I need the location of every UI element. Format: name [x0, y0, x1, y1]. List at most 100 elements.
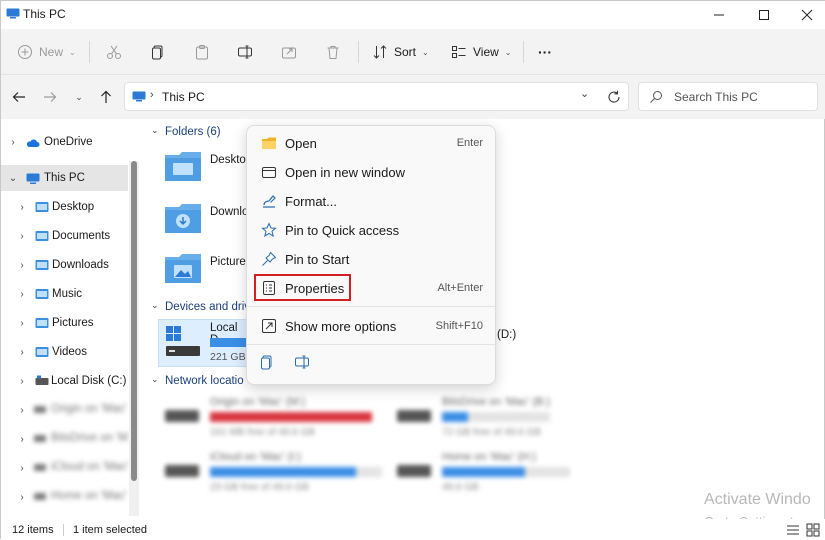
nav-item-music[interactable]: › Music	[1, 281, 128, 307]
folder-label: Picture	[210, 256, 246, 268]
menu-rename-button[interactable]	[294, 354, 314, 374]
chevron-right-icon[interactable]: ›	[17, 202, 27, 213]
up-button[interactable]	[97, 88, 115, 106]
nav-item-local-disk[interactable]: › Local Disk (C:)	[1, 368, 128, 394]
chevron-down-icon[interactable]: ⌄	[151, 374, 159, 385]
nav-item-downloads[interactable]: › Downloads	[1, 252, 128, 278]
tiles-view-icon	[806, 523, 820, 537]
menu-item-open-new-window[interactable]: Open in new window	[251, 158, 493, 186]
share-button[interactable]	[281, 39, 297, 65]
nav-item-network-drive[interactable]: › Origin on 'Mac'	[1, 397, 128, 423]
properties-highlight-box	[254, 274, 351, 301]
close-button[interactable]	[785, 1, 825, 29]
network-drive-tile[interactable]: Home on 'Mac' (H:) 49.6 GB	[395, 447, 595, 497]
chevron-right-icon[interactable]: ›	[17, 347, 27, 358]
tiles-view-button[interactable]	[806, 523, 820, 537]
nav-item-videos[interactable]: › Videos	[1, 339, 128, 365]
star-icon	[261, 222, 277, 238]
network-drive-tile[interactable]: iCloud on 'Mac' (I:) 23 GB free of 49.6 …	[163, 447, 383, 497]
recent-locations-button[interactable]: ⌄	[70, 88, 88, 106]
maximize-button[interactable]	[742, 1, 786, 29]
address-bar[interactable]: › This PC ⌄	[124, 82, 629, 111]
back-button[interactable]	[10, 88, 28, 106]
network-group-header[interactable]: Network locatio	[165, 375, 244, 387]
activation-watermark-line1: Activate Windo	[704, 491, 811, 508]
sort-button[interactable]: Sort ⌄	[372, 39, 429, 65]
chevron-down-icon[interactable]: ⌄	[151, 300, 159, 311]
paste-button[interactable]	[194, 39, 210, 65]
network-drive-name: iCloud on 'Mac' (I:)	[210, 451, 302, 463]
navigation-pane: › OneDrive ⌄ This PC › Desktop › Documen…	[1, 119, 129, 519]
item-count: 12 items	[12, 524, 54, 536]
downloads-folder-icon	[165, 204, 201, 233]
folders-group-header[interactable]: Folders (6)	[165, 126, 221, 138]
folder-tile[interactable]: Downlo	[163, 201, 253, 241]
new-button[interactable]: New ⌄	[17, 39, 76, 65]
chevron-right-icon[interactable]: ›	[17, 463, 27, 474]
folder-tile[interactable]: Picture	[163, 251, 253, 291]
copy-icon	[261, 355, 272, 370]
nav-item-network-drive[interactable]: › Home on 'Mac'	[1, 484, 128, 510]
nav-label: OneDrive	[44, 136, 93, 148]
refresh-icon[interactable]	[607, 90, 621, 104]
view-button[interactable]: View ⌄	[451, 39, 512, 65]
cut-button[interactable]	[106, 39, 122, 65]
second-drive-label[interactable]: (D:)	[497, 329, 516, 341]
chevron-right-icon[interactable]: ›	[8, 137, 18, 148]
drive-tile[interactable]: Local D 221 GB	[158, 319, 248, 367]
chevron-right-icon[interactable]: ›	[17, 376, 27, 387]
file-explorer-window: This PC New ⌄ Sort ⌄ View ⌄ ··· ⌄ › This…	[0, 0, 825, 540]
search-placeholder: Search This PC	[674, 90, 758, 104]
network-drive-icon	[34, 464, 46, 471]
menu-copy-button[interactable]	[259, 354, 279, 374]
this-pc-icon	[26, 173, 40, 184]
chevron-down-icon[interactable]: ⌄	[8, 173, 18, 184]
address-path[interactable]: This PC	[162, 90, 205, 104]
music-folder-icon	[35, 289, 49, 299]
chevron-down-icon[interactable]: ⌄	[151, 125, 159, 136]
network-drive-free: 161 MB free of 49.6 GB	[210, 427, 316, 438]
search-box[interactable]: Search This PC	[638, 82, 818, 111]
nav-item-pictures[interactable]: › Pictures	[1, 310, 128, 336]
more-options-button[interactable]: ···	[538, 39, 552, 65]
menu-item-pin-start[interactable]: Pin to Start	[251, 245, 493, 273]
nav-item-network-drive[interactable]: › BitsDrive on 'M	[1, 426, 128, 452]
menu-item-format[interactable]: Format...	[251, 187, 493, 215]
rename-button[interactable]	[237, 39, 253, 65]
chevron-right-icon[interactable]: ›	[17, 492, 27, 503]
folder-tile[interactable]: Deskto	[163, 149, 253, 189]
chevron-right-icon[interactable]: ›	[17, 289, 27, 300]
chevron-right-icon[interactable]: ›	[17, 318, 27, 329]
scrollbar-thumb[interactable]	[131, 161, 137, 481]
network-drive-tile[interactable]: BitsDrive on 'Mac' (B:) 72 GB free of 49…	[395, 392, 595, 442]
menu-item-pin-quick-access[interactable]: Pin to Quick access	[251, 216, 493, 244]
nav-label: iCloud on 'Mac'	[51, 461, 129, 473]
status-divider	[63, 524, 64, 536]
nav-item-desktop[interactable]: › Desktop	[1, 194, 128, 220]
chevron-right-icon[interactable]: ›	[17, 405, 27, 416]
nav-item-this-pc[interactable]: ⌄ This PC	[1, 165, 128, 191]
copy-button[interactable]	[150, 39, 166, 65]
devices-group-header[interactable]: Devices and driv	[165, 301, 250, 313]
pin-icon	[262, 251, 277, 266]
chevron-down-icon[interactable]: ⌄	[580, 87, 589, 100]
rename-icon	[295, 355, 309, 369]
folder-label: Downlo	[210, 206, 249, 218]
details-view-button[interactable]	[786, 523, 800, 537]
chevron-right-icon[interactable]: ›	[17, 260, 27, 271]
forward-button[interactable]	[41, 88, 59, 106]
menu-item-open[interactable]: Open Enter	[251, 129, 493, 157]
nav-scrollbar[interactable]	[129, 161, 139, 516]
toolbar-divider	[523, 41, 524, 63]
rename-icon	[238, 45, 252, 59]
nav-item-network-drive[interactable]: › iCloud on 'Mac'	[1, 455, 129, 481]
nav-item-documents[interactable]: › Documents	[1, 223, 128, 249]
network-drive-tile[interactable]: Origin on 'Mac' (M:) 161 MB free of 49.6…	[163, 392, 383, 442]
delete-button[interactable]	[325, 39, 341, 65]
documents-folder-icon	[35, 231, 49, 241]
chevron-right-icon[interactable]: ›	[17, 231, 27, 242]
menu-item-show-more-options[interactable]: Show more options Shift+F10	[251, 312, 493, 340]
minimize-button[interactable]	[697, 1, 741, 29]
chevron-right-icon[interactable]: ›	[17, 434, 27, 445]
nav-item-onedrive[interactable]: › OneDrive	[1, 129, 128, 155]
